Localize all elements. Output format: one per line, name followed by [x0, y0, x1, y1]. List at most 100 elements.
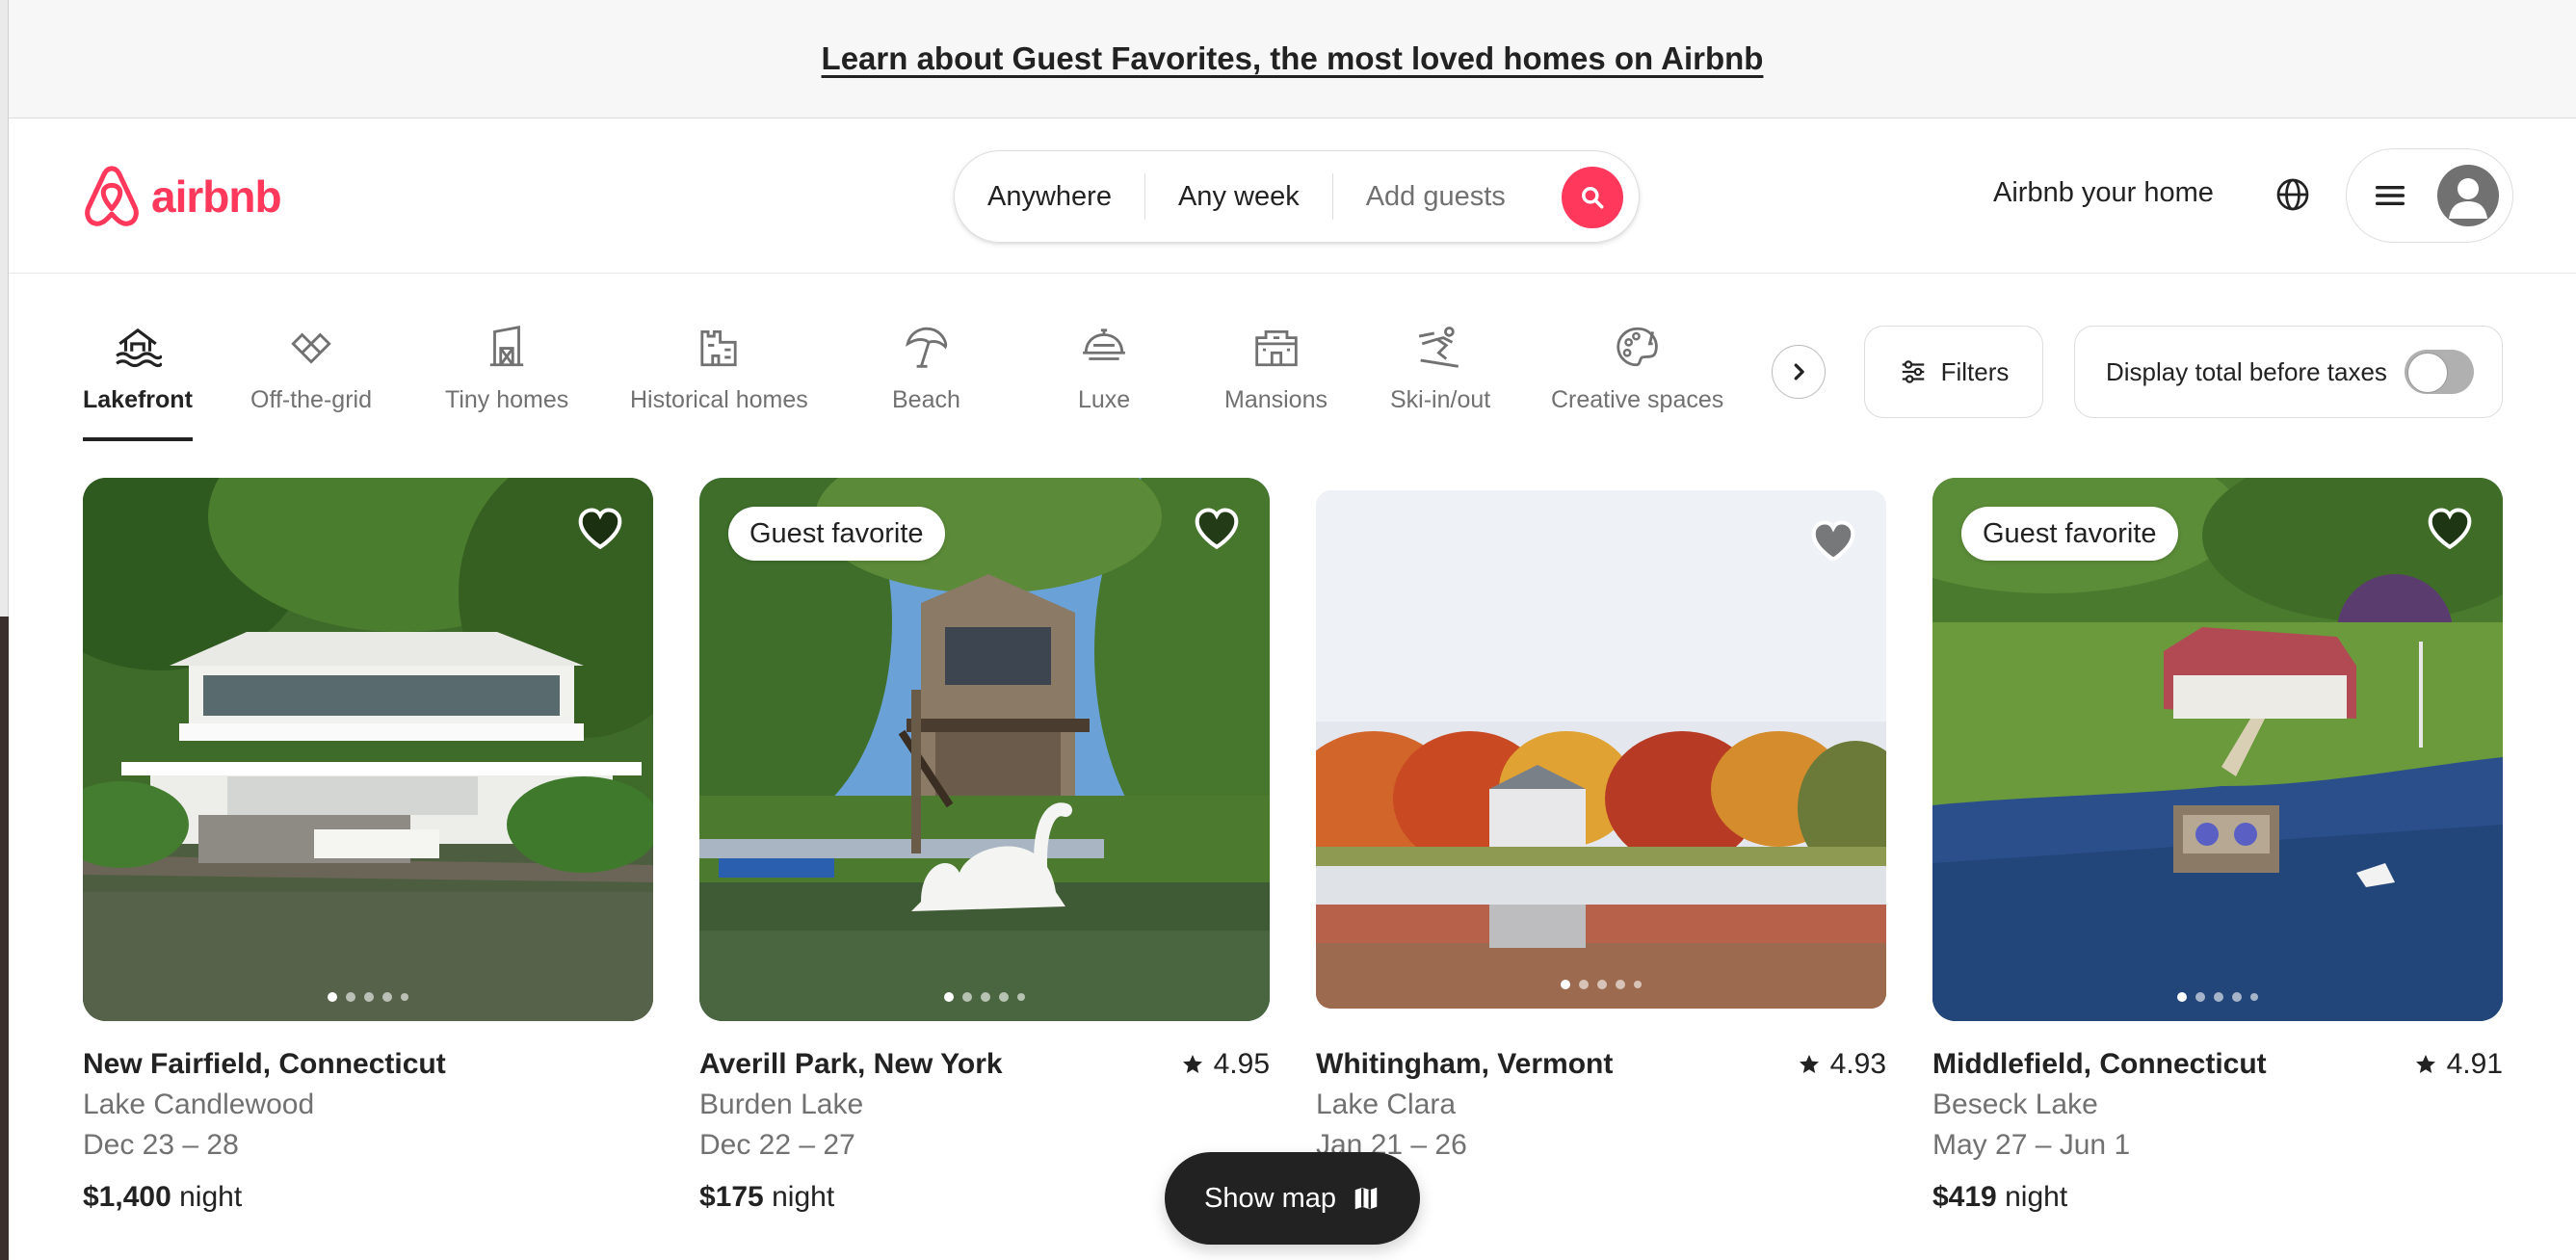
- category-label: Historical homes: [630, 386, 808, 413]
- price-amount: $175: [699, 1181, 764, 1213]
- listing-subtitle: Lake Clara: [1316, 1089, 1457, 1120]
- heart-icon[interactable]: [576, 505, 624, 553]
- announcement-banner: Learn about Guest Favorites, the most lo…: [9, 0, 2576, 118]
- rating-value: 4.93: [1829, 1048, 1886, 1080]
- listing-price: $1,400 night: [83, 1177, 653, 1218]
- display-total-toggle[interactable]: Display total before taxes: [2074, 326, 2503, 418]
- listing-card[interactable]: Whitingham, Vermont 4.93 Lake Clara Jan …: [1316, 478, 1886, 1218]
- chevron-right-icon: [1794, 363, 1804, 381]
- listing-subtitle: Burden Lake: [699, 1089, 864, 1120]
- filters-button[interactable]: Filters: [1864, 326, 2043, 418]
- globe-icon[interactable]: [2275, 177, 2310, 212]
- search-anywhere[interactable]: Anywhere: [955, 172, 1144, 221]
- rating-value: 4.95: [1213, 1048, 1270, 1080]
- category-creative-spaces[interactable]: Creative spaces: [1551, 323, 1723, 414]
- rating-value: 4.91: [2446, 1048, 2503, 1080]
- category-label: Tiny homes: [445, 386, 569, 413]
- lakefront-icon: [116, 328, 162, 368]
- listing-photo[interactable]: Guest favorite: [1932, 478, 2503, 1021]
- listing-image: [1316, 490, 1886, 1009]
- brand-name: airbnb: [151, 171, 282, 222]
- listing-info: Middlefield, Connecticut 4.91 Beseck Lak…: [1932, 1044, 2503, 1218]
- category-mansions[interactable]: Mansions: [1224, 323, 1327, 414]
- listing-dates: Dec 23 – 28: [83, 1129, 239, 1161]
- photo-pagination-dots: [1316, 980, 1886, 989]
- photo-pagination-dots: [699, 992, 1270, 1002]
- show-map-button[interactable]: Show map: [1165, 1152, 1420, 1245]
- listing-rating: 4.93: [1798, 1044, 1886, 1085]
- listing-photo[interactable]: Guest favorite: [699, 478, 1270, 1021]
- category-label: Beach: [892, 386, 960, 413]
- price-amount: $1,400: [83, 1181, 171, 1213]
- show-map-label: Show map: [1203, 1182, 1336, 1214]
- price-unit: night: [772, 1181, 835, 1213]
- category-ski-in-out[interactable]: Ski-in/out: [1390, 323, 1490, 414]
- category-label: Ski-in/out: [1390, 386, 1491, 413]
- search-bar[interactable]: Anywhere Any week Add guests: [954, 150, 1640, 243]
- search-any-week[interactable]: Any week: [1145, 172, 1332, 221]
- category-off-the-grid[interactable]: Off-the-grid: [250, 323, 372, 414]
- category-tiny-homes[interactable]: Tiny homes: [445, 323, 568, 414]
- hamburger-menu-icon: [2376, 186, 2405, 205]
- heart-icon[interactable]: [2426, 505, 2474, 553]
- category-label: Creative spaces: [1551, 386, 1724, 413]
- listing-subtitle: Beseck Lake: [1932, 1089, 2098, 1120]
- heart-icon[interactable]: [1193, 505, 1241, 553]
- beach-umbrella-icon: [906, 327, 948, 368]
- guest-favorite-badge: Guest favorite: [728, 507, 945, 561]
- category-beach[interactable]: Beach: [892, 323, 960, 414]
- listing-card[interactable]: New Fairfield, Connecticut Lake Candlewo…: [83, 478, 653, 1218]
- listing-photo[interactable]: [1316, 490, 1886, 1009]
- category-label: Off-the-grid: [250, 386, 372, 413]
- listing-card[interactable]: Guest favorite Averill Park, New York 4.…: [699, 478, 1270, 1218]
- listing-card[interactable]: Guest favorite Middlefield, Connecticut …: [1932, 478, 2503, 1218]
- tiny-homes-icon: [489, 325, 524, 367]
- price-unit: night: [179, 1181, 243, 1213]
- category-historical-homes[interactable]: Historical homes: [630, 323, 808, 414]
- palette-icon: [1616, 327, 1658, 367]
- photo-pagination-dots: [1932, 992, 2503, 1002]
- listing-info: New Fairfield, Connecticut Lake Candlewo…: [83, 1044, 653, 1218]
- site-header: airbnb Anywhere Any week Add guests Airb…: [9, 119, 2576, 274]
- search-button[interactable]: [1562, 167, 1623, 228]
- listing-dates: May 27 – Jun 1: [1932, 1129, 2131, 1161]
- guest-favorites-link[interactable]: Learn about Guest Favorites, the most lo…: [822, 40, 1764, 77]
- search-add-guests[interactable]: Add guests: [1333, 172, 1537, 221]
- historical-homes-icon: [700, 329, 737, 367]
- mansions-icon: [1254, 329, 1298, 367]
- airbnb-your-home-link[interactable]: Airbnb your home: [1993, 177, 2214, 209]
- search-icon: [1582, 187, 1604, 209]
- price-amount: $419: [1932, 1181, 1997, 1213]
- listing-image: [83, 478, 653, 1021]
- user-menu-button[interactable]: [2346, 148, 2513, 243]
- guest-favorite-badge: Guest favorite: [1961, 507, 2178, 561]
- listing-subtitle: Lake Candlewood: [83, 1089, 315, 1120]
- luxe-icon: [1083, 328, 1125, 360]
- listing-price: $419 night: [1932, 1177, 2503, 1218]
- star-icon: [1799, 1055, 1819, 1073]
- category-label: Lakefront: [83, 386, 193, 413]
- category-luxe[interactable]: Luxe: [1078, 323, 1130, 414]
- window-edge: [0, 0, 9, 1260]
- star-icon: [1182, 1055, 1202, 1073]
- filters-label: Filters: [1940, 356, 2010, 386]
- display-total-label: Display total before taxes: [2106, 356, 2387, 386]
- category-label: Mansions: [1224, 386, 1327, 413]
- display-total-switch[interactable]: [2404, 350, 2474, 394]
- listing-photo[interactable]: [83, 478, 653, 1021]
- category-bar: Lakefront Off-the-grid Tiny homes Histor…: [9, 275, 2576, 467]
- category-label: Luxe: [1078, 386, 1131, 413]
- airbnb-logo[interactable]: airbnb: [82, 165, 282, 228]
- photo-pagination-dots: [83, 992, 653, 1002]
- skier-icon: [1418, 327, 1459, 368]
- listing-rating: 4.91: [2414, 1044, 2503, 1085]
- map-icon: [1354, 1187, 1378, 1210]
- price-unit: night: [2005, 1181, 2068, 1213]
- sliders-icon: [1902, 360, 1924, 383]
- off-the-grid-icon: [291, 332, 331, 364]
- listing-rating: 4.95: [1181, 1044, 1270, 1085]
- heart-icon[interactable]: [1809, 517, 1857, 565]
- category-lakefront[interactable]: Lakefront: [83, 323, 193, 441]
- categories-next-button[interactable]: [1772, 345, 1826, 399]
- window-edge-dark: [0, 617, 9, 1260]
